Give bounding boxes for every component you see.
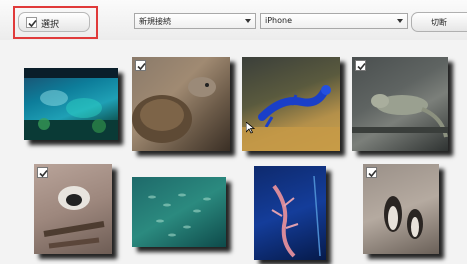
device-group-dropdown-value: 新規接続 [139,17,171,26]
toolbar: 選択 新規接続 iPhone 切断 [0,0,467,40]
photo-blue-lizard[interactable] [242,57,340,151]
device-dropdown[interactable]: iPhone [260,13,408,29]
fish-school-image [148,193,211,237]
disconnect-button[interactable]: 切断 [411,12,467,32]
select-button[interactable]: 選択 [18,12,90,32]
checkbox-icon [135,60,146,71]
photo-lemur[interactable] [34,164,112,254]
photo-penguins[interactable] [363,164,439,254]
aquarium-image [24,68,118,140]
photo-tortoise[interactable] [132,57,230,151]
chevron-down-icon [245,19,251,23]
mouse-cursor-icon [246,122,255,134]
select-button-label: 選択 [41,20,60,30]
checkbox-icon [26,17,37,28]
seadragon-image [271,175,321,258]
device-group-dropdown[interactable]: 新規接続 [134,13,256,29]
device-dropdown-value: iPhone [265,16,293,25]
disconnect-button-label: 切断 [431,18,447,27]
blue-lizard-image [242,85,340,151]
checkbox-icon [37,167,48,178]
photo-iguana[interactable] [352,57,448,151]
checkbox-icon [366,167,377,178]
photo-aquarium[interactable] [24,68,118,140]
checkbox-icon [355,60,366,71]
photo-fish-school[interactable] [132,177,226,247]
chevron-down-icon [397,19,403,23]
photo-seadragon[interactable] [254,166,326,260]
